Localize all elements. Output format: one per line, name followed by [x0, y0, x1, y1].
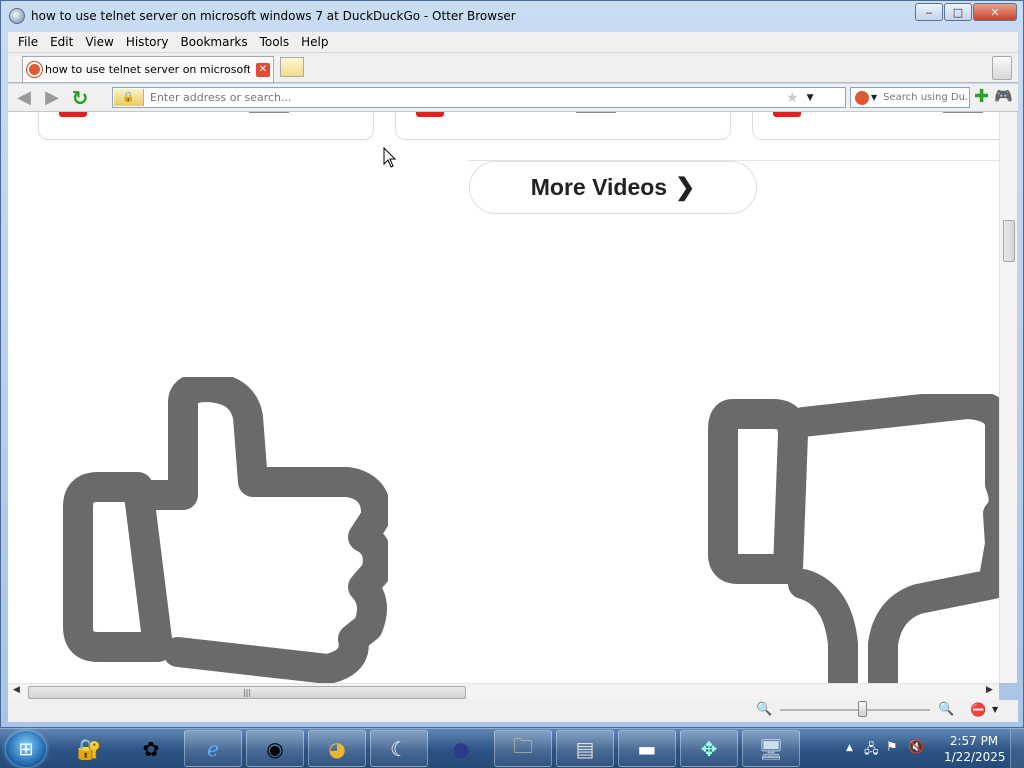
duckduckgo-icon	[27, 62, 42, 77]
video-card[interactable]	[395, 112, 731, 140]
video-card[interactable]	[752, 112, 999, 140]
moon-app-icon[interactable]: ☾	[370, 730, 428, 767]
title-bar[interactable]: how to use telnet server on microsoft wi…	[1, 1, 1023, 31]
command-prompt-icon[interactable]: ▬	[618, 730, 676, 767]
duckduckgo-search-engine-icon[interactable]	[855, 90, 869, 105]
more-videos-button[interactable]: More Videos ❯	[469, 161, 757, 214]
folder-icon[interactable]: 🗀	[494, 730, 552, 767]
zoom-slider-handle[interactable]	[858, 701, 867, 717]
close-button[interactable]: ✕	[973, 3, 1017, 21]
back-arrow-icon[interactable]: ◀	[12, 87, 36, 109]
content-blocker-dropdown-icon[interactable]: ▼	[992, 705, 998, 714]
content-blocker-icon[interactable]: ⛔	[970, 703, 986, 718]
show-hidden-icons-icon[interactable]: ▲	[846, 743, 853, 753]
pinwheel-icon[interactable]: ✿	[122, 730, 180, 767]
zoom-out-icon[interactable]: 🔍	[756, 702, 772, 717]
browser-window: how to use telnet server on microsoft wi…	[0, 0, 1024, 728]
youtube-badge	[59, 112, 87, 117]
tab-duckduckgo-search[interactable]: how to use telnet server on microsoft wi…	[22, 56, 274, 82]
maximize-button[interactable]: □	[944, 3, 972, 21]
vertical-scrollbar-thumb[interactable]	[1003, 220, 1015, 262]
network-puzzle-icon[interactable]: ✥	[680, 730, 738, 767]
zoom-in-icon[interactable]: 🔍	[938, 702, 954, 717]
menu-history[interactable]: History	[120, 35, 175, 49]
menu-help[interactable]: Help	[295, 35, 334, 49]
tab-close-icon[interactable]: ✕	[256, 62, 270, 77]
menu-edit[interactable]: Edit	[44, 35, 79, 49]
chrome-icon[interactable]: ◕	[308, 730, 366, 767]
search-input[interactable]	[877, 92, 970, 103]
navigation-bar: ◀ ▶ ↻ 🔒 ★ ▼ ▼ ✚ 🎮	[8, 84, 1018, 112]
new-tab-button[interactable]	[280, 57, 304, 77]
add-icon[interactable]: ✚	[974, 86, 989, 107]
reload-icon[interactable]: ↻	[68, 86, 92, 110]
thumbs-down-icon[interactable]	[708, 394, 999, 683]
remote-desktop-icon[interactable]: 🖥	[742, 730, 800, 767]
horizontal-scrollbar-thumb[interactable]: |||	[28, 686, 466, 699]
taskbar: ⊞ 🔐 ✿ ℯ ◉ ◕ ☾ ● 🗀 ▤ ▬ ✥ 🖥 ▲ 🖧 ⚑ 🔇 2:57 P…	[0, 728, 1024, 768]
internet-explorer-icon[interactable]: ℯ	[184, 730, 242, 767]
network-icon[interactable]: 🖧	[864, 740, 879, 762]
scroll-left-icon[interactable]: ◀	[13, 685, 20, 695]
bookmark-star-icon[interactable]: ★	[786, 90, 799, 106]
menu-bookmarks[interactable]: Bookmarks	[175, 35, 254, 49]
more-videos-label: More Videos	[530, 174, 668, 200]
clock[interactable]: 2:57 PM 1/22/2025	[944, 733, 1006, 765]
show-desktop-button[interactable]	[1010, 729, 1024, 768]
menu-tools[interactable]: Tools	[254, 35, 296, 49]
thumbs-up-icon[interactable]	[58, 377, 388, 683]
security-icon[interactable]: 🔐	[60, 730, 118, 767]
video-card[interactable]	[38, 112, 374, 140]
zoom-slider[interactable]	[780, 709, 930, 711]
youtube-badge	[773, 112, 801, 117]
video-meta	[576, 112, 616, 113]
action-center-flag-icon[interactable]: ⚑	[886, 740, 898, 755]
closed-tabs-trash-icon[interactable]	[992, 56, 1012, 80]
web-content[interactable]: More Videos ❯	[8, 112, 999, 683]
volume-muted-icon[interactable]: 🔇	[908, 740, 924, 755]
window-title: how to use telnet server on microsoft wi…	[31, 9, 516, 23]
clock-time: 2:57 PM	[949, 734, 999, 748]
menu-view[interactable]: View	[79, 35, 119, 49]
address-input[interactable]	[144, 91, 784, 104]
control-panel-icon[interactable]: ▤	[556, 730, 614, 767]
status-bar: 🔍 🔍 ⛔ ▼	[8, 700, 1018, 722]
menu-file[interactable]: File	[12, 35, 44, 49]
chevron-right-icon: ❯	[675, 174, 696, 201]
start-button[interactable]: ⊞	[6, 731, 46, 767]
clock-date: 1/22/2025	[944, 750, 1006, 764]
video-meta	[249, 112, 289, 113]
minimize-button[interactable]: ‒	[915, 3, 943, 21]
address-bar: 🔒 ★ ▼	[112, 87, 846, 108]
otter-browser-icon	[9, 8, 25, 24]
address-dropdown-icon[interactable]: ▼	[807, 93, 814, 103]
window-controls: ‒ □ ✕	[914, 3, 1017, 21]
forward-arrow-icon[interactable]: ▶	[40, 87, 64, 109]
otter-browser-taskbar-icon[interactable]: ◉	[246, 730, 304, 767]
mouse-cursor-icon	[383, 147, 397, 168]
search-box: ▼	[850, 87, 970, 108]
tab-bar: how to use telnet server on microsoft wi…	[8, 53, 1018, 83]
scroll-right-icon[interactable]: ▶	[986, 685, 993, 695]
gamepad-icon[interactable]: 🎮	[994, 87, 1013, 105]
youtube-badge	[416, 112, 444, 117]
vertical-scrollbar[interactable]	[999, 112, 1017, 683]
video-meta	[943, 112, 983, 113]
tab-label: how to use telnet server on microsoft wi…	[45, 63, 250, 76]
eclipse-icon[interactable]: ●	[432, 730, 490, 767]
menu-bar: File Edit View History Bookmarks Tools H…	[8, 32, 1018, 53]
lock-icon[interactable]: 🔒	[114, 89, 144, 106]
horizontal-scrollbar[interactable]: ◀ ||| ▶	[8, 683, 999, 700]
